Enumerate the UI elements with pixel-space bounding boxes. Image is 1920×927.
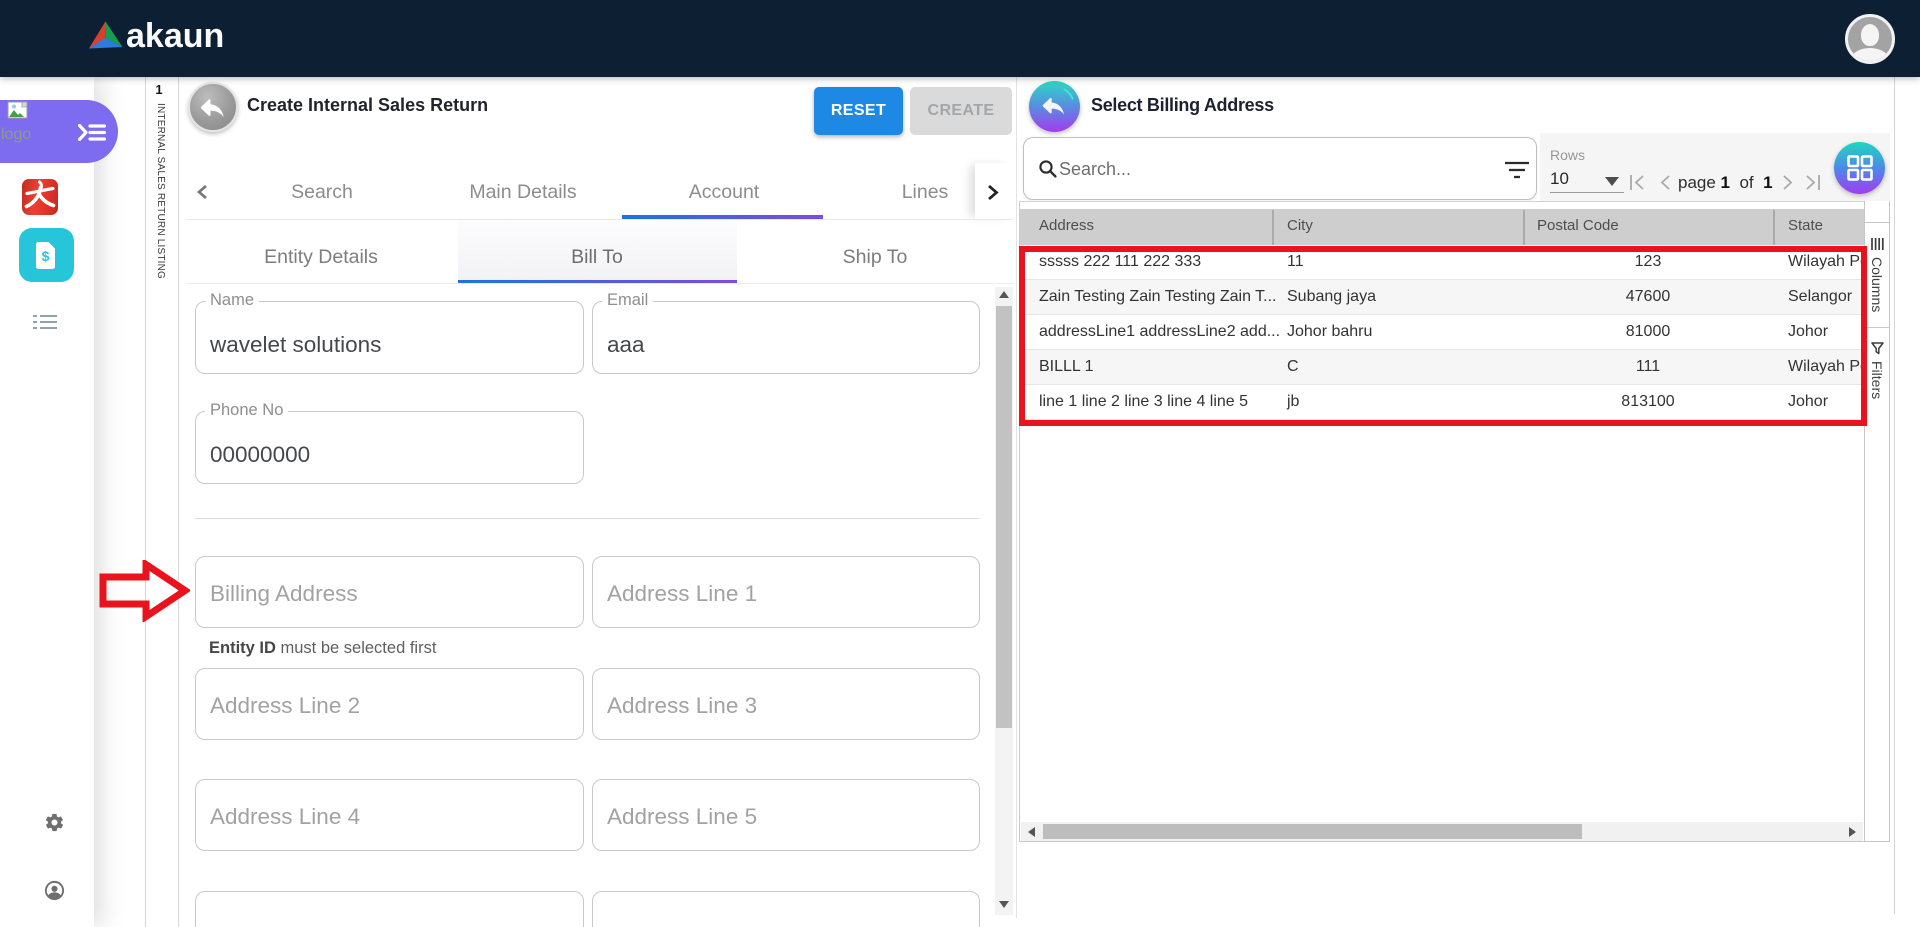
svg-text:$: $: [42, 248, 50, 264]
